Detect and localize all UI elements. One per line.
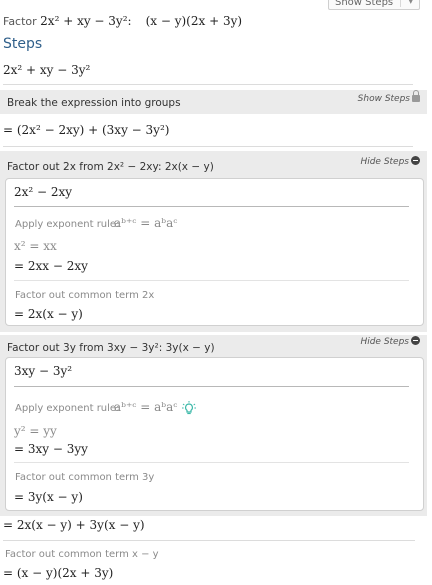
common-label: Factor out common term 3y [15,472,155,483]
problem-expression: 2x² + xy − 3y²: [40,14,132,28]
chevron-down-icon: ▾ [408,0,413,7]
step1-section: Factor out 2x from 2x² − 2xy: 2x(x − y) … [0,151,427,332]
rule-label: Apply exponent rule: [15,403,120,414]
common-result: = 2x(x − y) [14,307,83,321]
hide-steps-link[interactable]: Hide Steps [360,335,420,347]
step-groups-bar: Break the expression into groups Show St… [0,90,427,114]
steps-title: Steps [3,36,43,52]
problem-answer: (x − y)(2x + 3y) [145,14,243,28]
show-steps-label: Show Steps [335,0,394,8]
rule-line: x² = xx [14,239,57,253]
divider [3,540,415,541]
minus-circle-icon [411,156,420,165]
lock-icon [412,90,420,102]
after-rule: = 2xx − 2xy [14,259,88,273]
lightbulb-icon[interactable] [181,400,197,415]
step1-expr: 2x² − 2xy [14,185,73,199]
rule-label: Apply exponent rule: [15,219,120,230]
divider [3,146,413,147]
rule-formula: aᵇ⁺ᶜ = aᵇaᶜ [114,216,178,230]
rule-line: y² = yy [14,424,57,438]
final-label: Factor out common term x − y [5,549,159,560]
step1-title: Factor out 2x from 2x² − 2xy: 2x(x − y) [7,161,214,173]
groups-result: = (2x² − 2xy) + (3xy − 3y²) [3,123,170,137]
show-steps-dropdown[interactable]: Show Steps ▾ [328,0,420,10]
initial-expression: 2x² + xy − 3y² [3,63,91,77]
final-result: = (x − y)(2x + 3y) [3,566,114,580]
after-rule: = 3xy − 3yy [14,442,88,456]
rule-formula: aᵇ⁺ᶜ = aᵇaᶜ [114,400,197,415]
step2-card: 3xy − 3y² Apply exponent rule: aᵇ⁺ᶜ = aᵇ… [5,357,424,511]
common-result: = 3y(x − y) [14,490,83,504]
minus-circle-icon [411,336,420,345]
show-steps-link[interactable]: Show Steps [358,90,420,104]
divider [3,84,413,85]
step-groups-title: Break the expression into groups [7,97,181,109]
common-label: Factor out common term 2x [15,290,155,301]
step2-title: Factor out 3y from 3xy − 3y²: 3y(x − y) [7,342,215,354]
step2-section: Factor out 3y from 3xy − 3y²: 3y(x − y) … [0,335,427,516]
step2-expr: 3xy − 3y² [14,364,73,378]
hide-steps-link[interactable]: Hide Steps [360,155,420,167]
step1-card: 2x² − 2xy Apply exponent rule: aᵇ⁺ᶜ = aᵇ… [5,178,424,326]
factor-label: Factor [3,15,37,28]
combined-expression: = 2x(x − y) + 3y(x − y) [3,518,145,532]
problem-header: Factor 2x² + xy − 3y²: (x − y)(2x + 3y) [3,14,242,28]
